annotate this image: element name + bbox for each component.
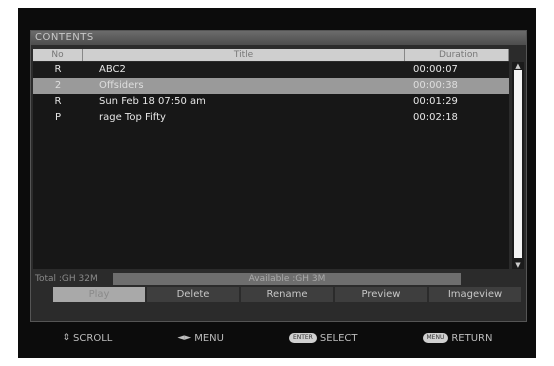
recording-row-selected[interactable]: 2 Offsiders 00:00:38	[33, 78, 509, 94]
recording-no: R	[54, 96, 62, 107]
imageview-button[interactable]: Imageview	[429, 287, 521, 302]
recording-row[interactable]: R ABC2 00:00:07	[33, 62, 509, 78]
rename-button[interactable]: Rename	[241, 287, 333, 302]
recording-list: R ABC2 00:00:07 2 Offsiders 00:00:38 R S…	[33, 62, 509, 269]
key-hints: ⇕ SCROLL ◄► MENU ENTER SELECT MENU RETUR…	[30, 329, 525, 347]
total-storage-label: Total :GH 32M	[35, 274, 98, 284]
recording-duration: 00:02:18	[413, 112, 458, 123]
play-button[interactable]: Play	[53, 287, 145, 302]
hint-menu-label: MENU	[194, 332, 224, 344]
hint-return: MENU RETURN	[422, 332, 493, 344]
recording-row[interactable]: R Sun Feb 18 07:50 am 00:01:29	[33, 94, 509, 110]
hint-menu: ◄► MENU	[177, 333, 224, 344]
recording-no: P	[54, 112, 62, 123]
recording-row[interactable]: P rage Top Fifty 00:02:18	[33, 110, 509, 126]
column-header-title[interactable]: Title	[83, 49, 405, 61]
recording-duration: 00:00:38	[413, 80, 458, 91]
hint-select-label: SELECT	[319, 332, 358, 344]
left-right-arrow-icon: ◄►	[177, 333, 192, 343]
scroll-track[interactable]	[514, 70, 522, 258]
column-header-duration[interactable]: Duration	[405, 49, 509, 61]
hint-scroll: ⇕ SCROLL	[63, 333, 113, 344]
delete-button[interactable]: Delete	[147, 287, 239, 302]
recording-duration: 00:00:07	[413, 64, 458, 75]
preview-button[interactable]: Preview	[335, 287, 427, 302]
hint-return-label: RETURN	[451, 332, 493, 344]
recording-title: Offsiders	[99, 80, 144, 91]
available-storage-bar: Available :GH 3M	[113, 273, 461, 285]
recording-duration: 00:01:29	[413, 96, 458, 107]
contents-panel: CONTENTS No Title Duration R ABC2 00:00:…	[30, 30, 527, 322]
column-headers: No Title Duration	[33, 49, 509, 61]
column-header-no[interactable]: No	[33, 49, 83, 61]
recording-title: Sun Feb 18 07:50 am	[99, 96, 206, 107]
scroll-up-arrow-icon[interactable]: ▲	[513, 62, 523, 70]
panel-title: CONTENTS	[31, 31, 526, 45]
recording-title: ABC2	[99, 64, 126, 75]
menu-key-icon: MENU	[422, 333, 449, 343]
action-buttons: Play Delete Rename Preview Imageview	[53, 287, 523, 302]
recording-no: R	[54, 64, 62, 75]
hint-select: ENTER SELECT	[288, 332, 358, 344]
hint-scroll-label: SCROLL	[73, 332, 113, 344]
recording-title: rage Top Fifty	[99, 112, 166, 123]
storage-info: Total :GH 32M Available :GH 3M	[33, 273, 509, 285]
up-down-arrow-icon: ⇕	[62, 333, 71, 343]
scrollbar[interactable]: ▲ ▼	[512, 62, 524, 269]
recording-no: 2	[54, 80, 62, 91]
scroll-down-arrow-icon[interactable]: ▼	[513, 261, 523, 269]
enter-key-icon: ENTER	[288, 333, 317, 343]
